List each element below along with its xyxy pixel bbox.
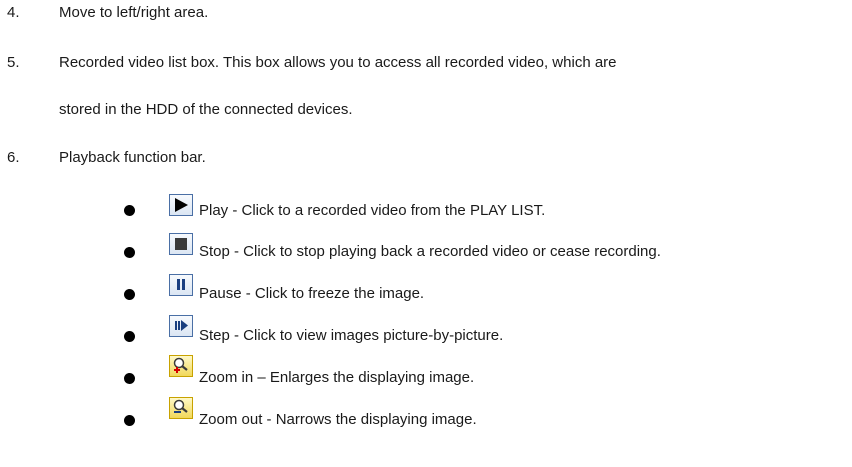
- function-text: Zoom out - Narrows the displaying image.: [199, 411, 477, 428]
- item-text: Playback function bar.: [59, 149, 206, 166]
- item-number: 5.: [7, 54, 20, 71]
- item-text: Move to left/right area.: [59, 4, 209, 21]
- function-text: Step - Click to view images picture-by-p…: [199, 327, 504, 344]
- item-number: 6.: [7, 149, 20, 166]
- bullet: [124, 289, 135, 300]
- play-icon: [169, 194, 193, 216]
- step-icon: [169, 315, 193, 337]
- bullet: [124, 415, 135, 426]
- item-text-line-1: Recorded video list box. This box allows…: [59, 54, 617, 71]
- bullet: [124, 247, 135, 258]
- function-text: Play - Click to a recorded video from th…: [199, 202, 546, 219]
- function-text: Pause - Click to freeze the image.: [199, 285, 425, 302]
- item-text-line-2: stored in the HDD of the connected devic…: [59, 101, 353, 118]
- item-number: 4.: [7, 4, 20, 21]
- bullet: [124, 331, 135, 342]
- zoom-out-icon: [169, 397, 193, 419]
- function-text: Zoom in – Enlarges the displaying image.: [199, 369, 475, 386]
- bullet: [124, 205, 135, 216]
- function-text: Stop - Click to stop playing back a reco…: [199, 243, 661, 260]
- zoom-in-icon: [169, 355, 193, 377]
- bullet: [124, 373, 135, 384]
- stop-icon: [169, 233, 193, 255]
- pause-icon: [169, 274, 193, 296]
